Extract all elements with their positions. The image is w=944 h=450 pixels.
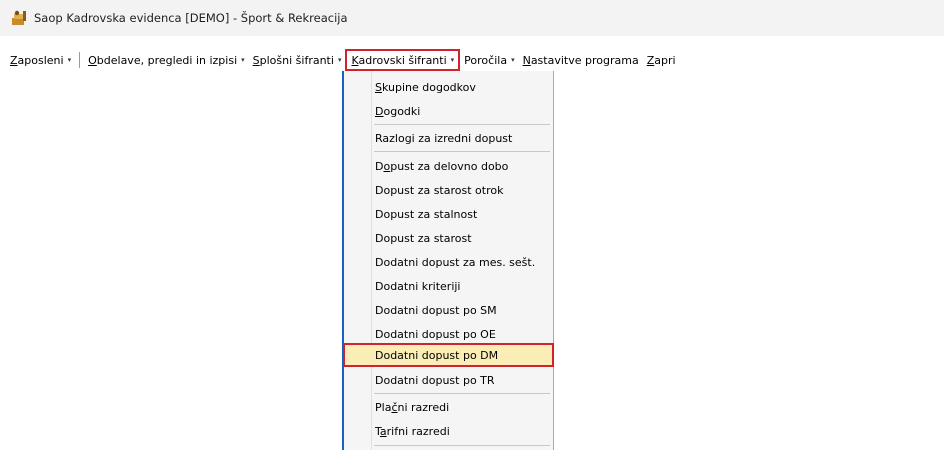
- menu-item-dodatni-dopust-po-dm[interactable]: Dodatni dopust po DM: [343, 343, 554, 367]
- menu-separator: [79, 52, 81, 68]
- menu-item-dodatni-kriteriji[interactable]: Dodatni kriteriji: [344, 275, 554, 297]
- kadrovski-sifranti-dropdown: Skupine dogodkov Dogodki Razlogi za izre…: [342, 71, 554, 450]
- menu-item-label: Dopust za starost: [375, 231, 472, 245]
- menu-item-label: ogodki: [383, 104, 421, 118]
- menu-item-label: ni razredi: [397, 400, 450, 414]
- menu-item-placni-razredi[interactable]: Plačni razredi: [344, 396, 554, 418]
- menu-porocila[interactable]: Poročila ▾: [460, 50, 518, 70]
- menu-label: bdelave, pregledi in izpisi: [96, 53, 238, 67]
- menu-label: astavitve programa: [530, 53, 639, 67]
- menu-item-label: Dodatni dopust po TR: [375, 373, 495, 387]
- menu-splosni-sifranti[interactable]: Splošni šifranti ▾: [249, 50, 346, 70]
- menu-item-razlogi-za-izredni-dopust[interactable]: Razlogi za izredni dopust: [344, 127, 554, 149]
- menu-item-dodatni-dopust-za-mes-sest[interactable]: Dodatni dopust za mes. sešt.: [344, 251, 554, 273]
- mnemonic: S: [375, 80, 382, 94]
- menu-item-label: Dodatni dopust po DM: [375, 348, 499, 362]
- menu-item-tarifni-razredi[interactable]: Tarifni razredi: [344, 420, 554, 442]
- menu-item-label: rifni razredi: [386, 424, 450, 438]
- mnemonic: a: [379, 424, 387, 438]
- menu-zapri[interactable]: Zapri: [643, 50, 680, 70]
- menu-item-label: Razlogi za izredni dopust: [375, 131, 513, 145]
- menu-item-dodatni-dopust-po-tr[interactable]: Dodatni dopust po TR: [344, 369, 554, 391]
- menu-item-label: Dodatni dopust za mes. sešt.: [375, 255, 536, 269]
- menu-separator: [374, 151, 550, 152]
- menu-row: Zaposleni ▾ Obdelave, pregledi in izpisi…: [6, 49, 680, 71]
- dropdown-arrow-icon: ▾: [337, 56, 342, 64]
- mnemonic: O: [88, 53, 97, 67]
- menu-separator: [374, 124, 550, 125]
- dropdown-arrow-icon: ▾: [67, 56, 72, 64]
- menu-item-dopust-za-starost[interactable]: Dopust za starost: [344, 227, 554, 249]
- menu-item-dopust-za-starost-otrok[interactable]: Dopust za starost otrok: [344, 179, 554, 201]
- menu-item-label: Dodatni kriteriji: [375, 279, 461, 293]
- menu-obdelave[interactable]: Obdelave, pregledi in izpisi ▾: [84, 50, 249, 70]
- menu-zaposleni[interactable]: Zaposleni ▾: [6, 50, 75, 70]
- menu-item-dopust-za-stalnost[interactable]: Dopust za stalnost: [344, 203, 554, 225]
- dropdown-arrow-icon: ▾: [511, 56, 515, 64]
- menu-item-label: kupine dogodkov: [381, 80, 476, 94]
- menu-item-label: Dopust za stalnost: [375, 207, 478, 221]
- menu-item-label: pust za delovno dobo: [390, 159, 509, 173]
- menu-item-label: Dopust za starost otrok: [375, 183, 504, 197]
- mnemonic: S: [252, 53, 260, 67]
- menu-item-dopust-za-delovno-dobo[interactable]: Dopust za delovno dobo: [344, 155, 554, 177]
- mnemonic: Z: [10, 53, 18, 67]
- menu-item-label: Dodatni dopust po OE: [375, 327, 496, 341]
- menu-label: apri: [654, 53, 676, 67]
- saop-app-icon: [12, 10, 26, 25]
- mnemonic: N: [522, 53, 531, 67]
- menu-item-dogodki[interactable]: Dogodki: [344, 100, 554, 122]
- title-bar: Saop Kadrovska evidenca [DEMO] - Šport &…: [0, 0, 944, 36]
- window-title: Saop Kadrovska evidenca [DEMO] - Šport &…: [34, 11, 348, 25]
- menu-item-dodatni-dopust-po-sm[interactable]: Dodatni dopust po SM: [344, 299, 554, 321]
- menu-separator: [374, 445, 550, 446]
- menu-label: adrovski šifranti: [358, 53, 447, 67]
- dropdown-arrow-icon: ▾: [241, 56, 245, 64]
- menu-item-label: Pla: [375, 400, 392, 414]
- menu-label: Poročila: [464, 53, 508, 67]
- menu-kadrovski-sifranti[interactable]: Kadrovski šifranti ▾: [345, 49, 461, 71]
- menu-nastavitve-programa[interactable]: Nastavitve programa: [519, 50, 643, 70]
- menu-separator: [374, 393, 550, 394]
- menu-label: plošni šifranti: [259, 53, 334, 67]
- menu-item-dodatni-dopust-po-oe[interactable]: Dodatni dopust po OE: [344, 323, 554, 345]
- dropdown-arrow-icon: ▾: [450, 56, 455, 64]
- menu-item-skupine-dogodkov[interactable]: Skupine dogodkov: [344, 76, 554, 98]
- menu-label: aposleni: [17, 53, 64, 67]
- menu-item-label: Dodatni dopust po SM: [375, 303, 497, 317]
